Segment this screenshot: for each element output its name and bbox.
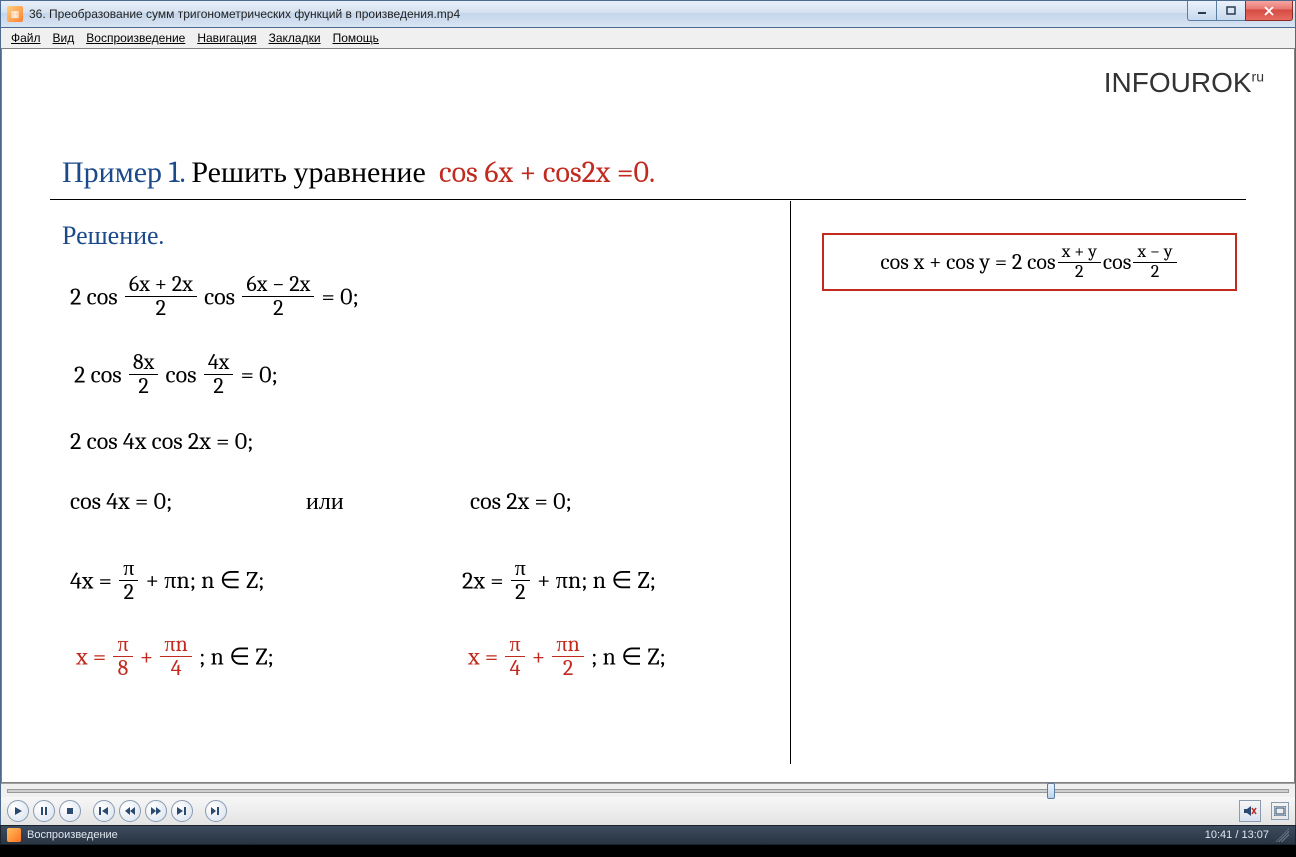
window-controls <box>1188 1 1293 21</box>
math-line-6b: x = π4 + πn2 ; n ∈ Z; <box>468 633 666 680</box>
fraction-den: 2 <box>119 581 138 604</box>
video-frame[interactable]: INFOUROKru Пример 1. Решить уравнение co… <box>1 48 1295 783</box>
fraction-num: π <box>119 557 138 581</box>
status-time: 10:41 / 13:07 <box>1205 829 1269 841</box>
math-line-1: 2 cos 6x + 2x2 cos 6x − 2x2 = 0; <box>70 273 359 320</box>
math-text: 4x = <box>70 567 112 595</box>
menu-bookmarks[interactable]: Закладки <box>265 30 325 46</box>
maximize-button[interactable] <box>1216 1 1246 21</box>
example-label: Пример 1. <box>62 155 185 190</box>
status-text: Воспроизведение <box>27 829 118 841</box>
math-text: 2x = <box>462 567 504 595</box>
math-text: + πn; n ∈ Z; <box>537 566 656 594</box>
math-text: = 0; <box>241 361 278 389</box>
math-line-4-or: или <box>306 487 344 516</box>
close-button[interactable] <box>1245 1 1293 21</box>
math-line-5b: 2x = π2 + πn; n ∈ Z; <box>462 557 656 604</box>
minimize-button[interactable] <box>1187 1 1217 21</box>
fraction-den: 2 <box>552 657 583 680</box>
fullscreen-button[interactable] <box>1271 802 1289 820</box>
fraction-den: 2 <box>1133 263 1176 282</box>
math-text: x = <box>76 643 106 671</box>
window-titlebar: ▦ 36. Преобразование сумм тригонометриче… <box>0 0 1296 28</box>
video-area: INFOUROKru Пример 1. Решить уравнение co… <box>0 48 1296 797</box>
stop-button[interactable] <box>59 800 81 822</box>
fraction-num: 8x <box>129 351 158 375</box>
fraction-num: 6x + 2x <box>125 273 197 297</box>
math-text: ; n ∈ Z; <box>591 643 666 671</box>
seek-track[interactable] <box>7 789 1289 793</box>
fraction-den: 2 <box>1058 263 1101 282</box>
fraction-den: 2 <box>204 375 233 398</box>
formula-box: cos x + cos y = 2 cos x + y2 cos x − y2 <box>822 233 1237 291</box>
formula-text: cos x + cos y = 2 cos <box>880 249 1055 275</box>
forward-button[interactable] <box>145 800 167 822</box>
status-icon <box>7 828 21 842</box>
next-track-button[interactable] <box>171 800 193 822</box>
menu-playback[interactable]: Воспроизведение <box>82 30 189 46</box>
fraction-den: 2 <box>129 375 158 398</box>
fraction-den: 4 <box>505 657 524 680</box>
horizontal-divider <box>50 199 1246 200</box>
fraction-den: 4 <box>160 657 191 680</box>
math-text: cos <box>204 283 235 311</box>
fraction-den: 2 <box>511 581 530 604</box>
fraction-num: π <box>113 633 132 657</box>
step-button[interactable] <box>205 800 227 822</box>
task-label: Решить уравнение <box>191 155 425 190</box>
rewind-button[interactable] <box>119 800 141 822</box>
menu-view[interactable]: Вид <box>49 30 79 46</box>
seek-bar-area <box>1 783 1295 797</box>
window-title: 36. Преобразование сумм тригонометрическ… <box>29 7 1295 21</box>
fraction-den: 2 <box>242 297 314 320</box>
seek-thumb[interactable] <box>1047 783 1055 799</box>
fraction-num: πn <box>160 633 191 657</box>
math-text: 2 cos <box>74 361 122 389</box>
vertical-divider <box>790 201 791 764</box>
math-text: + <box>532 643 545 671</box>
math-text: + <box>140 643 153 671</box>
fraction-num: π <box>511 557 530 581</box>
solution-label: Решение. <box>62 221 164 251</box>
status-bar: Воспроизведение 10:41 / 13:07 <box>0 825 1296 845</box>
task-equation: cos 6x + cos2x =0. <box>439 155 655 190</box>
menu-file[interactable]: Файл <box>7 30 45 46</box>
resize-grip-icon[interactable] <box>1275 828 1289 842</box>
mute-button[interactable] <box>1239 800 1261 822</box>
fraction-num: x + y <box>1058 243 1101 263</box>
fraction-den: 2 <box>125 297 197 320</box>
infourok-logo: INFOUROKru <box>1104 67 1264 99</box>
slide-header: Пример 1. Решить уравнение cos 6x + cos2… <box>62 155 655 190</box>
fraction-num: π <box>505 633 524 657</box>
playback-controls <box>0 797 1296 825</box>
math-line-4a: cos 4x = 0; <box>70 487 172 515</box>
math-line-6a: x = π8 + πn4 ; n ∈ Z; <box>76 633 274 680</box>
app-icon: ▦ <box>7 6 23 22</box>
formula-text: cos <box>1103 249 1131 275</box>
prev-track-button[interactable] <box>93 800 115 822</box>
pause-button[interactable] <box>33 800 55 822</box>
logo-main: INFOUROK <box>1104 67 1252 98</box>
math-line-3: 2 cos 4x cos 2x = 0; <box>70 427 253 455</box>
math-line-2: 2 cos 8x2 cos 4x2 = 0; <box>74 351 278 398</box>
fraction-num: πn <box>552 633 583 657</box>
menu-navigation[interactable]: Навигация <box>193 30 260 46</box>
math-text: + πn; n ∈ Z; <box>146 566 265 594</box>
fraction-den: 8 <box>113 657 132 680</box>
menu-help[interactable]: Помощь <box>329 30 383 46</box>
math-line-4b: cos 2x = 0; <box>470 487 572 515</box>
menu-bar: Файл Вид Воспроизведение Навигация Закла… <box>0 28 1296 48</box>
fraction-num: 6x − 2x <box>242 273 314 297</box>
math-line-5a: 4x = π2 + πn; n ∈ Z; <box>70 557 264 604</box>
math-text: = 0; <box>322 283 359 311</box>
math-text: 2 cos <box>70 283 118 311</box>
math-text: ; n ∈ Z; <box>199 643 274 671</box>
play-button[interactable] <box>7 800 29 822</box>
logo-suffix: ru <box>1252 69 1264 85</box>
math-text: x = <box>468 643 498 671</box>
fraction-num: 4x <box>204 351 233 375</box>
fraction-num: x − y <box>1133 243 1176 263</box>
math-text: cos <box>166 361 197 389</box>
